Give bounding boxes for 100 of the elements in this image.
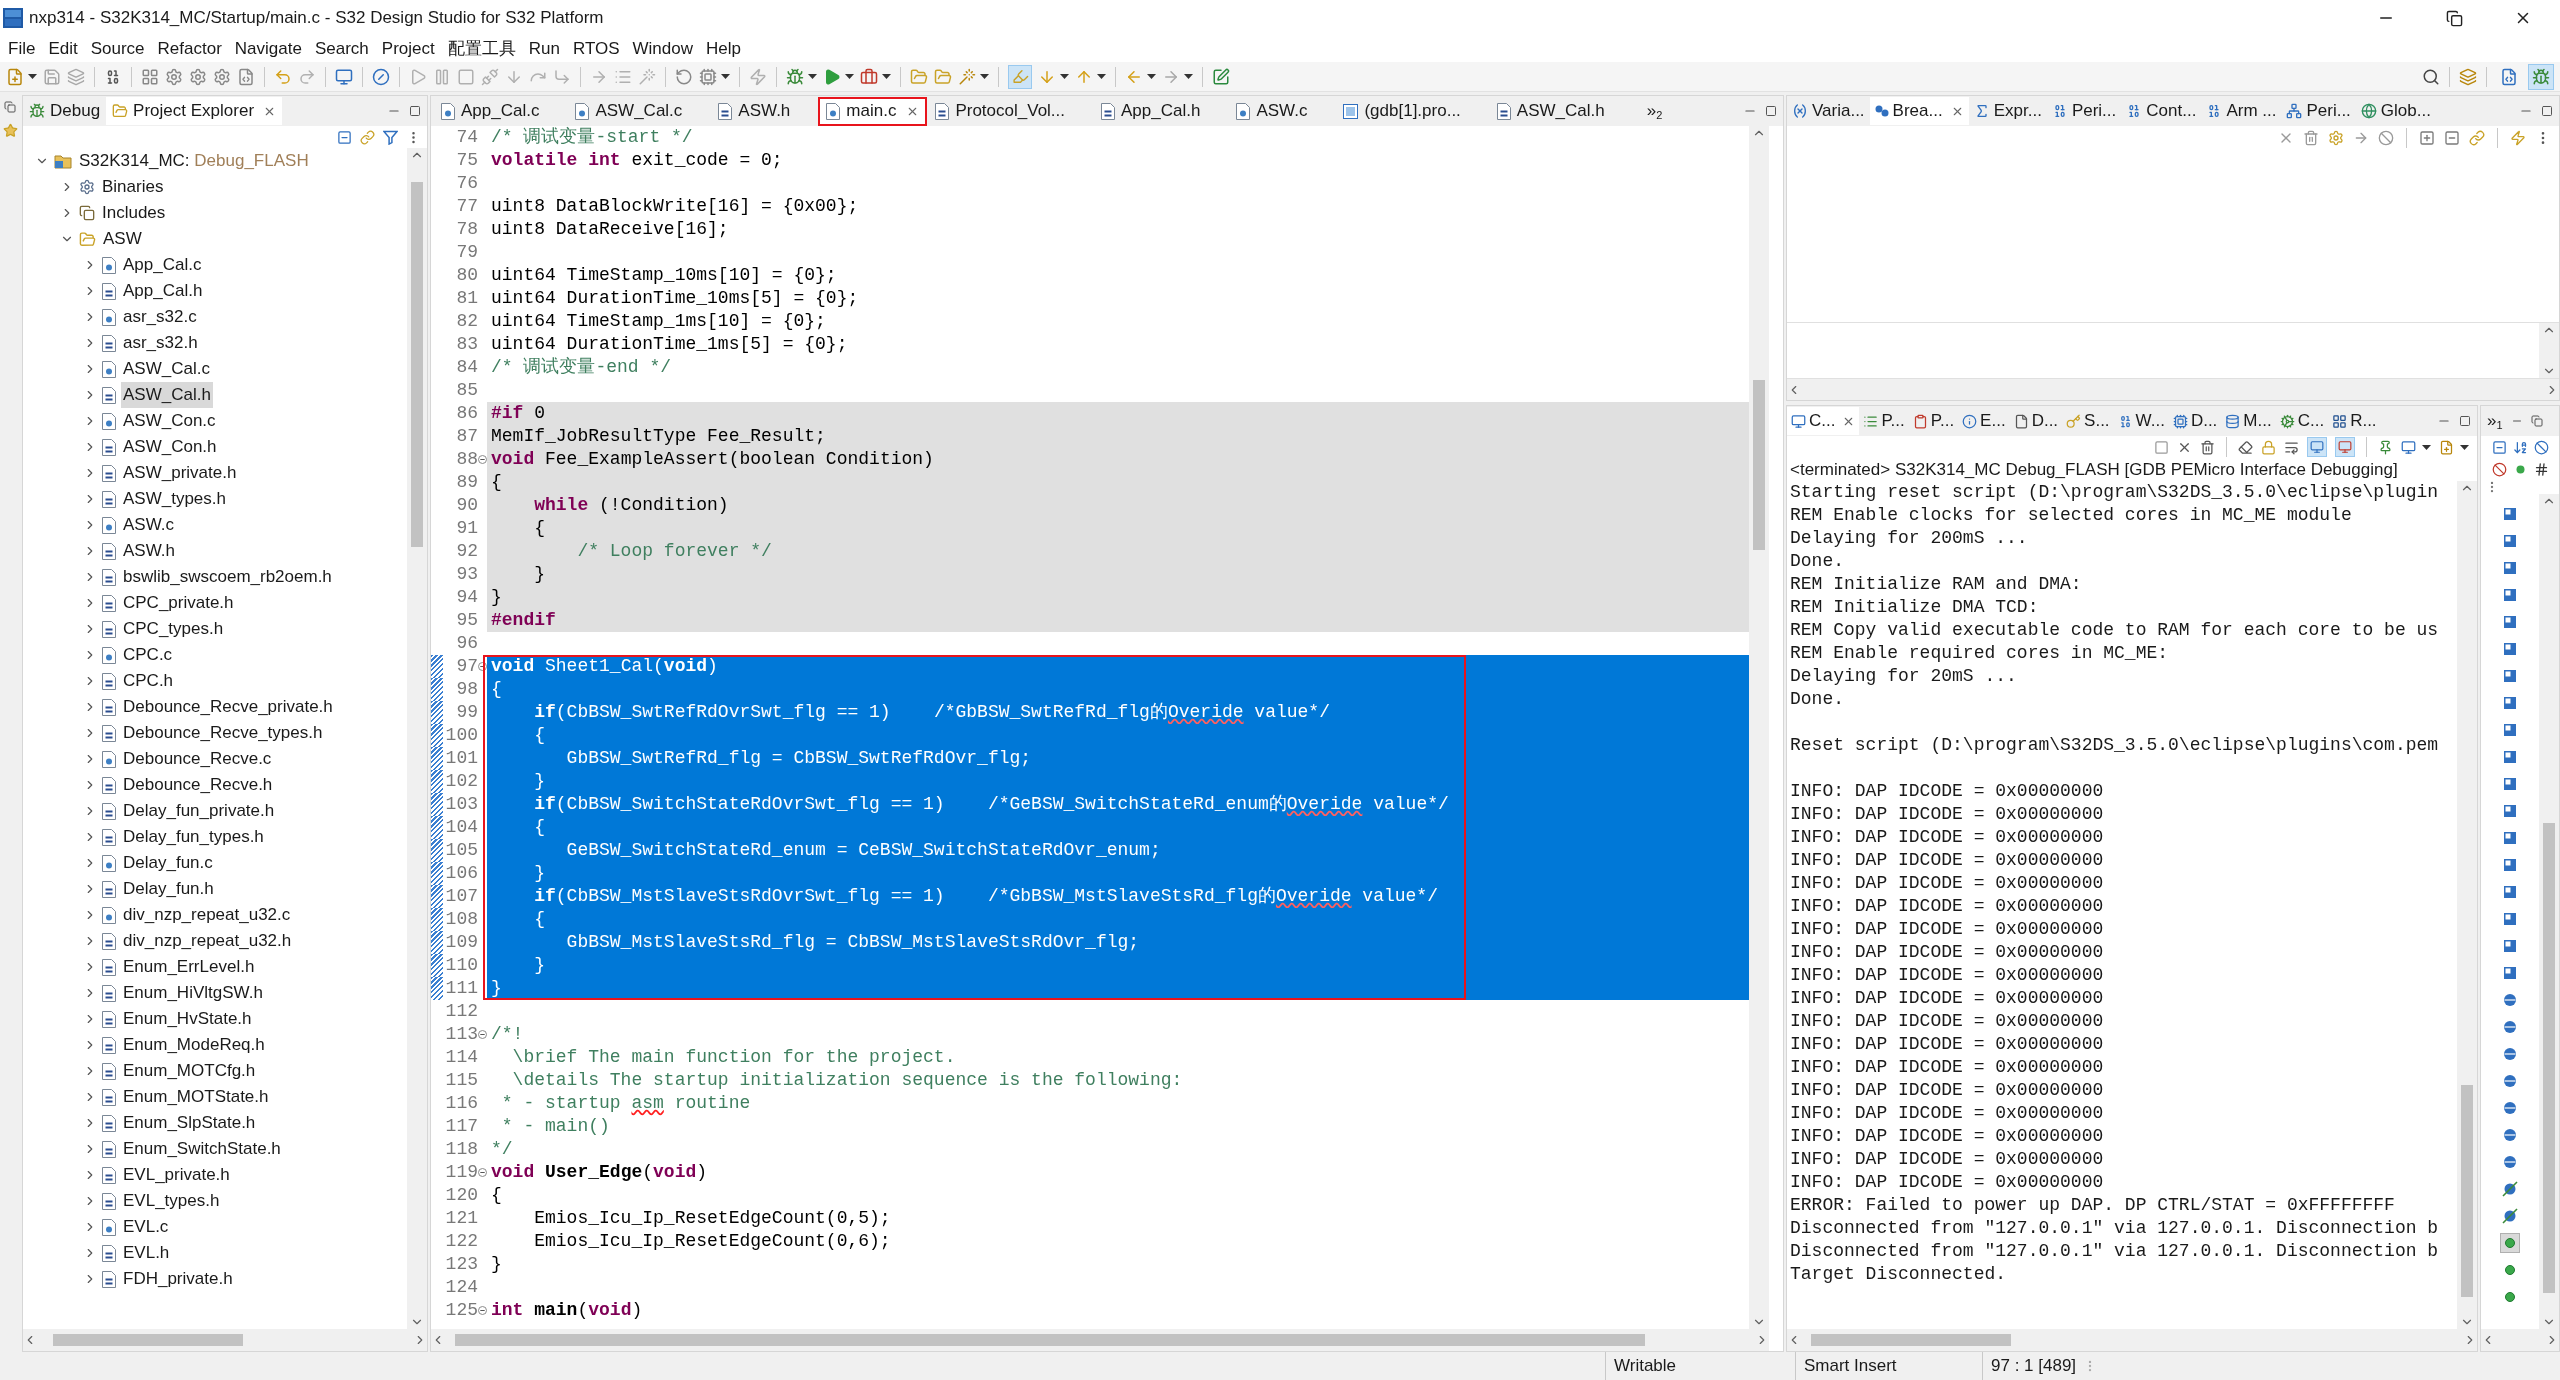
tree-item[interactable]: Delay_fun_private.h	[121, 798, 277, 824]
menu-item[interactable]: Help	[706, 36, 741, 62]
tree-item[interactable]: bswlib_swscoem_rb2oem.h	[121, 564, 334, 590]
editor-tab[interactable]: App_Cal.c	[433, 96, 568, 126]
hash-icon[interactable]	[2533, 461, 2549, 477]
monitor-icon[interactable]	[2401, 439, 2416, 455]
tree-item[interactable]: Debounce_Recve_types.h	[121, 720, 325, 746]
view-tab[interactable]: Peri...	[2281, 97, 2356, 125]
pin-icon[interactable]	[2378, 439, 2393, 455]
editor-tab[interactable]: Protocol_Vol...	[927, 96, 1094, 126]
monitor-icon[interactable]	[335, 67, 353, 86]
scrollbar-thumb[interactable]	[1811, 1334, 2011, 1346]
editor-tab[interactable]: ASW.c	[1228, 96, 1336, 126]
menu-item[interactable]: Navigate	[234, 36, 302, 62]
tree-item[interactable]: ASW.h	[121, 538, 177, 564]
view-tab[interactable]: E...	[1958, 407, 2010, 435]
slashed-circle-icon[interactable]	[2378, 130, 2394, 146]
scrollbar-thumb[interactable]	[1753, 380, 1765, 550]
tree-item[interactable]: Enum_MOTCfg.h	[121, 1058, 258, 1084]
dropdown-caret-icon[interactable]	[2422, 444, 2431, 450]
view-tab[interactable]: P...	[1859, 407, 1909, 435]
dropdown-caret-icon[interactable]	[1060, 74, 1069, 79]
dropdown-caret-icon[interactable]	[845, 74, 854, 79]
view-tab[interactable]: Debug	[23, 97, 107, 125]
tree-item[interactable]: EVL.h	[121, 1240, 172, 1266]
collapse-icon[interactable]	[478, 1030, 487, 1039]
trash-icon[interactable]	[2200, 439, 2215, 455]
view-tab[interactable]: M...	[2221, 407, 2276, 435]
gear-icon[interactable]	[189, 67, 207, 86]
editor-tab[interactable]: ASW.h	[710, 96, 819, 126]
tree-item[interactable]: Debounce_Recve.h	[121, 772, 275, 798]
editor-tab[interactable]: (gdb[1].pro...	[1335, 96, 1489, 126]
search-icon[interactable]	[2422, 67, 2440, 86]
view-tab[interactable]: Glob...	[2355, 97, 2436, 125]
slashed-ball-icon[interactable]	[2500, 1205, 2520, 1226]
tree-item[interactable]: Enum_MOTState.h	[121, 1084, 271, 1110]
dropdown-caret-icon[interactable]	[1097, 74, 1106, 79]
view-tab[interactable]: Expr...	[1968, 97, 2047, 125]
dropdown-caret-icon[interactable]	[808, 74, 817, 79]
scrollbar-thumb[interactable]	[411, 182, 423, 547]
tree-item[interactable]: EVL_private.h	[121, 1162, 232, 1188]
menu-item[interactable]: File	[8, 36, 36, 62]
new-file-icon[interactable]	[2439, 439, 2454, 455]
tree-item[interactable]: ASW.c	[121, 512, 176, 538]
gear-icon[interactable]	[165, 67, 183, 86]
view-tab[interactable]: W...	[2113, 407, 2169, 435]
dropdown-caret-icon[interactable]	[1184, 74, 1193, 79]
collapse-all-icon[interactable]	[337, 129, 352, 145]
bug-icon[interactable]	[786, 67, 804, 86]
view-tab[interactable]: C...	[1787, 407, 1860, 435]
view-tab[interactable]: P...	[1908, 407, 1959, 435]
tree-item[interactable]: Delay_fun.c	[121, 850, 215, 876]
tree-item[interactable]: Enum_ErrLevel.h	[121, 954, 257, 980]
editor-tab[interactable]: ASW_Cal.c	[567, 96, 711, 126]
tree-item[interactable]: FDH_private.h	[121, 1266, 235, 1292]
tree-item[interactable]: ASW_Cal.h	[121, 382, 213, 408]
menu-item[interactable]: Source	[90, 36, 145, 62]
tree-item[interactable]: EVL_types.h	[121, 1188, 222, 1214]
view-tab[interactable]: R...	[2328, 407, 2381, 435]
tree-item[interactable]: Delay_fun_types.h	[121, 824, 266, 850]
tree-item[interactable]: Enum_SwitchState.h	[121, 1136, 283, 1162]
tree-item[interactable]: EVL.c	[121, 1214, 171, 1240]
view-tab[interactable]: Arm ...	[2201, 97, 2282, 125]
wrap-text-icon[interactable]	[2284, 439, 2299, 455]
tree-item[interactable]: Enum_HvState.h	[121, 1006, 254, 1032]
view-tab[interactable]: Peri...	[2046, 97, 2122, 125]
dropdown-caret-icon[interactable]	[882, 74, 891, 79]
menu-item[interactable]: Project	[381, 36, 435, 62]
rotate-arrow-icon[interactable]	[675, 67, 693, 86]
tree-item[interactable]: ASW_Con.c	[121, 408, 218, 434]
view-tab[interactable]: D...	[2168, 407, 2222, 435]
slashed-circle-icon[interactable]	[372, 67, 390, 86]
tree-item[interactable]: div_nzp_repeat_u32.h	[121, 928, 294, 954]
tree-item[interactable]: App_Cal.c	[121, 252, 204, 278]
menu-item[interactable]: Edit	[48, 36, 78, 62]
dropdown-caret-icon[interactable]	[721, 74, 730, 79]
maximize-icon[interactable]	[2459, 415, 2471, 427]
tree-item[interactable]: CPC_private.h	[121, 590, 236, 616]
view-tab[interactable]: D...	[2009, 407, 2063, 435]
gear-icon[interactable]	[213, 67, 231, 86]
menu-item[interactable]: RTOS	[572, 36, 620, 62]
view-tab[interactable]: C...	[2275, 407, 2329, 435]
tree-item[interactable]: Enum_SlpState.h	[121, 1110, 258, 1136]
grid-icon[interactable]	[141, 67, 159, 86]
layers-icon[interactable]	[2459, 67, 2477, 86]
menu-item[interactable]: Run	[528, 36, 560, 62]
collapse-icon[interactable]	[478, 662, 487, 671]
expand-all-icon[interactable]	[2419, 130, 2435, 146]
edit-icon[interactable]	[1212, 67, 1230, 86]
editor-tab[interactable]: main.c	[818, 96, 928, 126]
collapse-icon[interactable]	[478, 455, 487, 464]
more-tabs-button[interactable]: »$_{2}$	[1646, 98, 1663, 124]
tree-item[interactable]: CPC.c	[121, 642, 175, 668]
maximize-icon[interactable]	[409, 105, 421, 117]
tree-item[interactable]: Binaries	[100, 174, 166, 200]
maximize-icon[interactable]	[2541, 105, 2553, 117]
tree-item[interactable]: CPC.h	[121, 668, 176, 694]
tree-item[interactable]: Includes	[100, 200, 168, 226]
tree-item[interactable]: S32K314_MC: Debug_FLASH	[77, 148, 311, 174]
more-views-button[interactable]: »$_{1}$	[2487, 408, 2503, 434]
